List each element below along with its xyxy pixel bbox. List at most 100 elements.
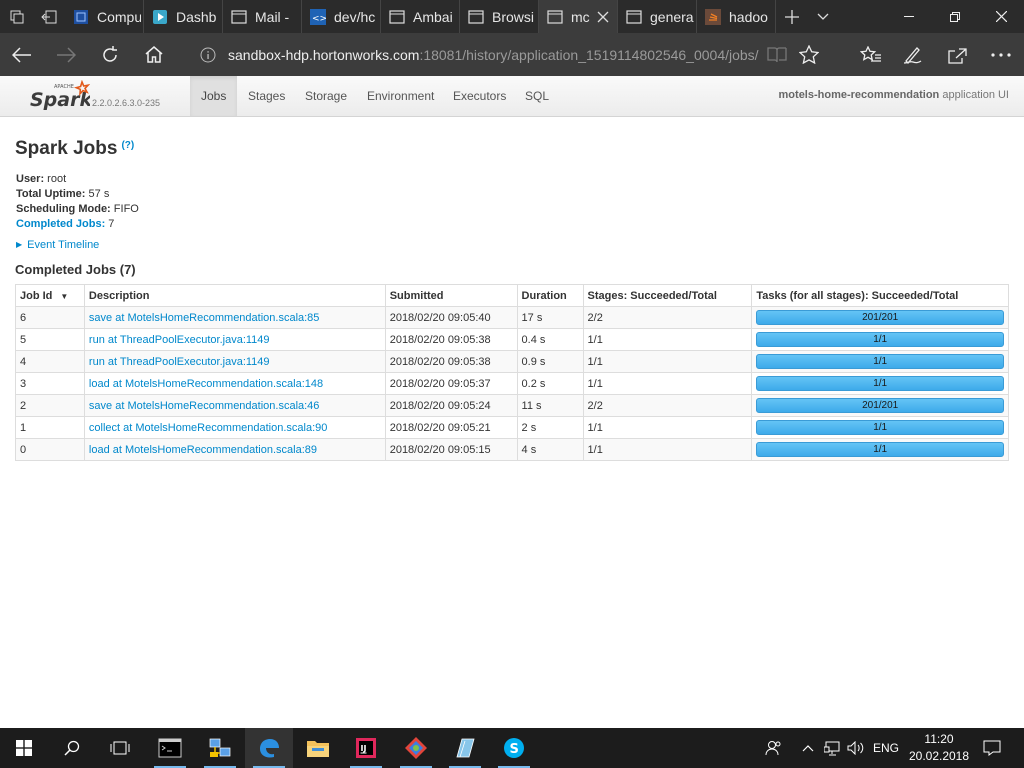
stages-cell: 1/1 xyxy=(582,416,753,439)
page-title-text: Spark Jobs xyxy=(15,138,118,159)
edge-browser-icon[interactable] xyxy=(245,728,293,768)
tasks-progress-bar: 1/1 xyxy=(756,420,1004,435)
header-duration[interactable]: Duration xyxy=(516,284,584,307)
task-view-icon[interactable] xyxy=(96,728,144,768)
volume-icon[interactable] xyxy=(845,728,867,768)
browser-tab-label: Mail - xyxy=(255,8,290,25)
table-row: 2 save at MotelsHomeRecommendation.scala:… xyxy=(15,394,1009,417)
sourcetree-app-icon[interactable] xyxy=(392,728,440,768)
application-name: motels-home-recommendation application U… xyxy=(779,89,1009,101)
browser-tab-label: Browsi xyxy=(492,8,535,25)
nav-tab-stages[interactable]: Stages xyxy=(237,76,296,116)
description-cell: load at MotelsHomeRecommendation.scala:1… xyxy=(83,372,386,395)
browser-tab[interactable]: hadoo xyxy=(697,0,776,33)
completed-jobs-link[interactable]: Completed Jobs: xyxy=(16,218,105,230)
browser-tab[interactable]: Mail - xyxy=(223,0,302,33)
action-center-icon[interactable] xyxy=(978,728,1006,768)
minimize-window-button[interactable] xyxy=(886,0,932,33)
tab-preview-chevron-icon[interactable] xyxy=(806,0,839,33)
job-description-link[interactable]: run at ThreadPoolExecutor.java:1149 xyxy=(89,356,270,368)
submitted-cell: 2018/02/20 09:05:24 xyxy=(384,394,518,417)
command-prompt-icon[interactable] xyxy=(146,728,194,768)
close-tab-icon[interactable] xyxy=(597,10,609,28)
page-icon xyxy=(231,9,247,25)
header-tasks[interactable]: Tasks (for all stages): Succeeded/Total xyxy=(751,284,1009,307)
more-menu-icon[interactable] xyxy=(979,33,1023,76)
intellij-idea-icon[interactable]: IJ xyxy=(342,728,390,768)
web-note-pen-icon[interactable] xyxy=(891,33,935,76)
job-description-link[interactable]: load at MotelsHomeRecommendation.scala:1… xyxy=(89,378,323,390)
completed-jobs-table: Job Id ▼ Description Submitted Duration S… xyxy=(15,284,1009,461)
event-timeline-label: Event Timeline xyxy=(27,239,100,251)
completed-jobs-value: 7 xyxy=(105,218,115,230)
nav-tab-executors[interactable]: Executors xyxy=(442,76,517,116)
tab-manager-icon[interactable] xyxy=(0,0,33,33)
completed-jobs-label: Completed Jobs: xyxy=(16,218,106,230)
job-description-link[interactable]: load at MotelsHomeRecommendation.scala:8… xyxy=(89,444,317,456)
forward-button[interactable] xyxy=(44,33,88,76)
job-description-link[interactable]: save at MotelsHomeRecommendation.scala:4… xyxy=(89,400,320,412)
address-bar[interactable]: sandbox-hdp.hortonworks.com:18081/histor… xyxy=(200,43,760,67)
restore-window-button[interactable] xyxy=(932,0,978,33)
scheduling-info: Scheduling Mode: FIFO xyxy=(16,203,139,215)
stages-cell: 1/1 xyxy=(582,328,753,351)
scheduling-label: Scheduling Mode: xyxy=(16,203,111,215)
show-hidden-icons-chevron-icon[interactable] xyxy=(798,728,818,768)
stages-cell: 1/1 xyxy=(582,350,753,373)
header-stages[interactable]: Stages: Succeeded/Total xyxy=(582,284,753,307)
browser-tab[interactable]: <> dev/hc xyxy=(302,0,381,33)
home-button[interactable] xyxy=(132,33,176,76)
file-explorer-icon[interactable] xyxy=(294,728,342,768)
close-window-button[interactable] xyxy=(978,0,1024,33)
favorites-hub-icon[interactable] xyxy=(849,33,893,76)
back-button[interactable] xyxy=(0,33,44,76)
header-description[interactable]: Description xyxy=(83,284,386,307)
sort-desc-icon: ▼ xyxy=(60,291,69,301)
tasks-cell: 1/1 xyxy=(751,328,1009,351)
tasks-cell: 1/1 xyxy=(751,372,1009,395)
nav-tab-storage[interactable]: Storage xyxy=(294,76,358,116)
network-app-icon[interactable] xyxy=(196,728,244,768)
browser-tab[interactable]: Browsi xyxy=(460,0,539,33)
page-title: Spark Jobs (?) xyxy=(15,138,134,160)
tasks-cell: 201/201 xyxy=(751,394,1009,417)
system-clock[interactable]: 11:20 20.02.2018 xyxy=(908,731,970,765)
nav-tab-jobs[interactable]: Jobs xyxy=(190,76,238,116)
browser-tab[interactable]: Ambai xyxy=(381,0,460,33)
duration-cell: 0.2 s xyxy=(516,372,584,395)
refresh-button[interactable] xyxy=(88,33,132,76)
skype-icon[interactable]: S xyxy=(490,728,538,768)
description-cell: run at ThreadPoolExecutor.java:1149 xyxy=(83,328,386,351)
browser-tab[interactable]: Compu xyxy=(65,0,144,33)
share-icon[interactable] xyxy=(935,33,979,76)
spark-logo[interactable]: APACHE Spark xyxy=(30,79,93,111)
tasks-progress-bar: 1/1 xyxy=(756,442,1004,457)
network-status-icon[interactable] xyxy=(822,728,844,768)
new-tab-icon[interactable] xyxy=(775,0,808,33)
page-icon xyxy=(468,9,484,25)
header-submitted[interactable]: Submitted xyxy=(384,284,518,307)
favorite-star-icon[interactable] xyxy=(787,33,831,76)
help-link[interactable]: (?) xyxy=(121,140,134,151)
browser-tab[interactable]: genera xyxy=(618,0,697,33)
header-job-id[interactable]: Job Id ▼ xyxy=(15,284,85,307)
start-button[interactable] xyxy=(0,728,48,768)
job-id-cell: 4 xyxy=(15,350,85,373)
tasks-cell: 1/1 xyxy=(751,416,1009,439)
job-description-link[interactable]: collect at MotelsHomeRecommendation.scal… xyxy=(89,422,327,434)
nav-tab-sql[interactable]: SQL xyxy=(514,76,560,116)
browser-tab[interactable]: Dashb xyxy=(144,0,223,33)
people-icon[interactable] xyxy=(760,728,788,768)
scheduling-value: FIFO xyxy=(110,203,139,215)
job-description-link[interactable]: run at ThreadPoolExecutor.java:1149 xyxy=(89,334,270,346)
search-icon[interactable] xyxy=(48,728,96,768)
event-timeline-toggle[interactable]: ▶ Event Timeline xyxy=(16,239,99,251)
table-row: 3 load at MotelsHomeRecommendation.scala:… xyxy=(15,372,1009,395)
input-language-indicator[interactable]: ENG xyxy=(870,728,902,768)
site-info-icon[interactable] xyxy=(200,47,216,63)
notes-app-icon[interactable] xyxy=(441,728,489,768)
job-description-link[interactable]: save at MotelsHomeRecommendation.scala:8… xyxy=(89,312,320,324)
browser-tab[interactable]: mc xyxy=(539,0,618,33)
set-aside-tabs-icon[interactable] xyxy=(32,0,65,33)
nav-tab-environment[interactable]: Environment xyxy=(356,76,445,116)
